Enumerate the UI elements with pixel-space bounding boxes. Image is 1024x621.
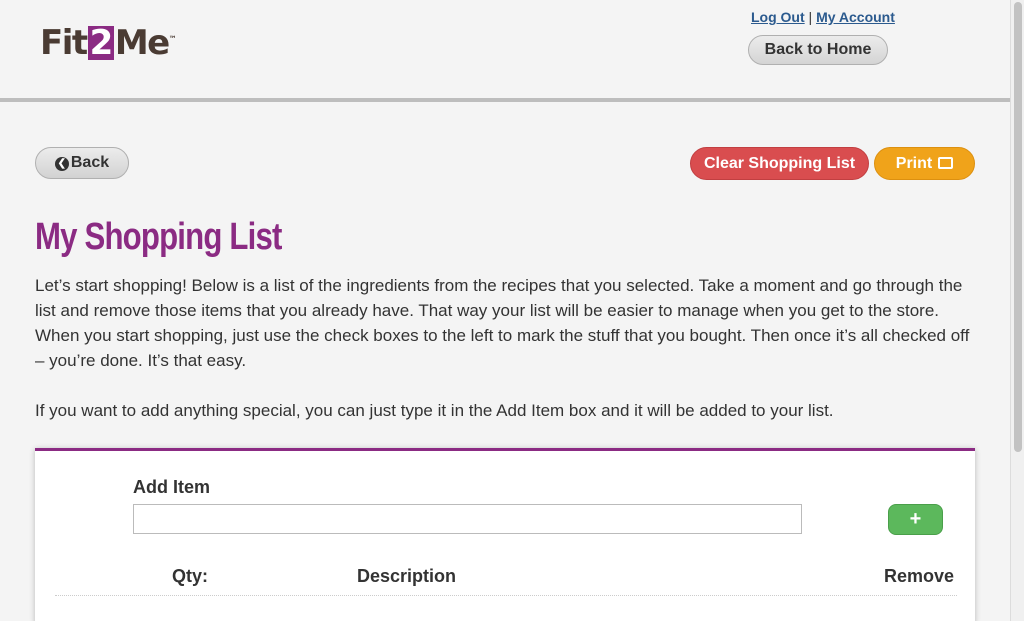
column-header-description: Description — [357, 566, 457, 586]
logout-link[interactable]: Log Out — [751, 9, 805, 25]
add-item-button[interactable]: + — [888, 504, 943, 535]
scrollbar-thumb[interactable] — [1014, 2, 1022, 452]
logo-trademark: ™ — [168, 34, 177, 44]
intro-paragraph: Let’s start shopping! Below is a list of… — [35, 276, 970, 370]
add-item-input[interactable] — [133, 504, 802, 534]
account-links: Log Out | My Account — [751, 9, 895, 25]
fit2me-logo[interactable]: Fit2Me™ — [40, 26, 177, 60]
back-to-home-button[interactable]: Back to Home — [748, 35, 888, 65]
column-header-qty: Qty: — [172, 566, 208, 586]
my-account-link[interactable]: My Account — [816, 9, 895, 25]
logo-text-fit: Fit — [40, 23, 88, 63]
logo-text-2: 2 — [87, 23, 114, 63]
back-button-label: Back — [70, 154, 110, 171]
page-title: My Shopping List — [35, 216, 282, 258]
add-item-instructions: If you want to add anything special, you… — [35, 401, 834, 420]
back-button[interactable]: ❮ Back — [35, 147, 129, 179]
printer-icon — [938, 157, 954, 169]
print-button[interactable]: Print — [874, 147, 975, 180]
logo-text-me: Me — [114, 23, 170, 63]
clear-shopping-list-button[interactable]: Clear Shopping List — [690, 147, 869, 180]
print-button-label: Print — [895, 155, 933, 172]
plus-icon: + — [909, 508, 922, 530]
link-separator: | — [808, 9, 813, 25]
table-divider — [55, 595, 957, 596]
add-item-label: Add Item — [133, 477, 211, 497]
site-header: Fit2Me™ Log Out | My Account Back to Hom… — [0, 0, 1010, 102]
circle-chevron-left-icon: ❮ — [54, 157, 69, 171]
shopping-list-panel: Add Item + Qty: Description Remove — [35, 448, 975, 621]
page-scrollbar[interactable] — [1010, 0, 1024, 621]
column-header-remove: Remove — [884, 566, 955, 586]
